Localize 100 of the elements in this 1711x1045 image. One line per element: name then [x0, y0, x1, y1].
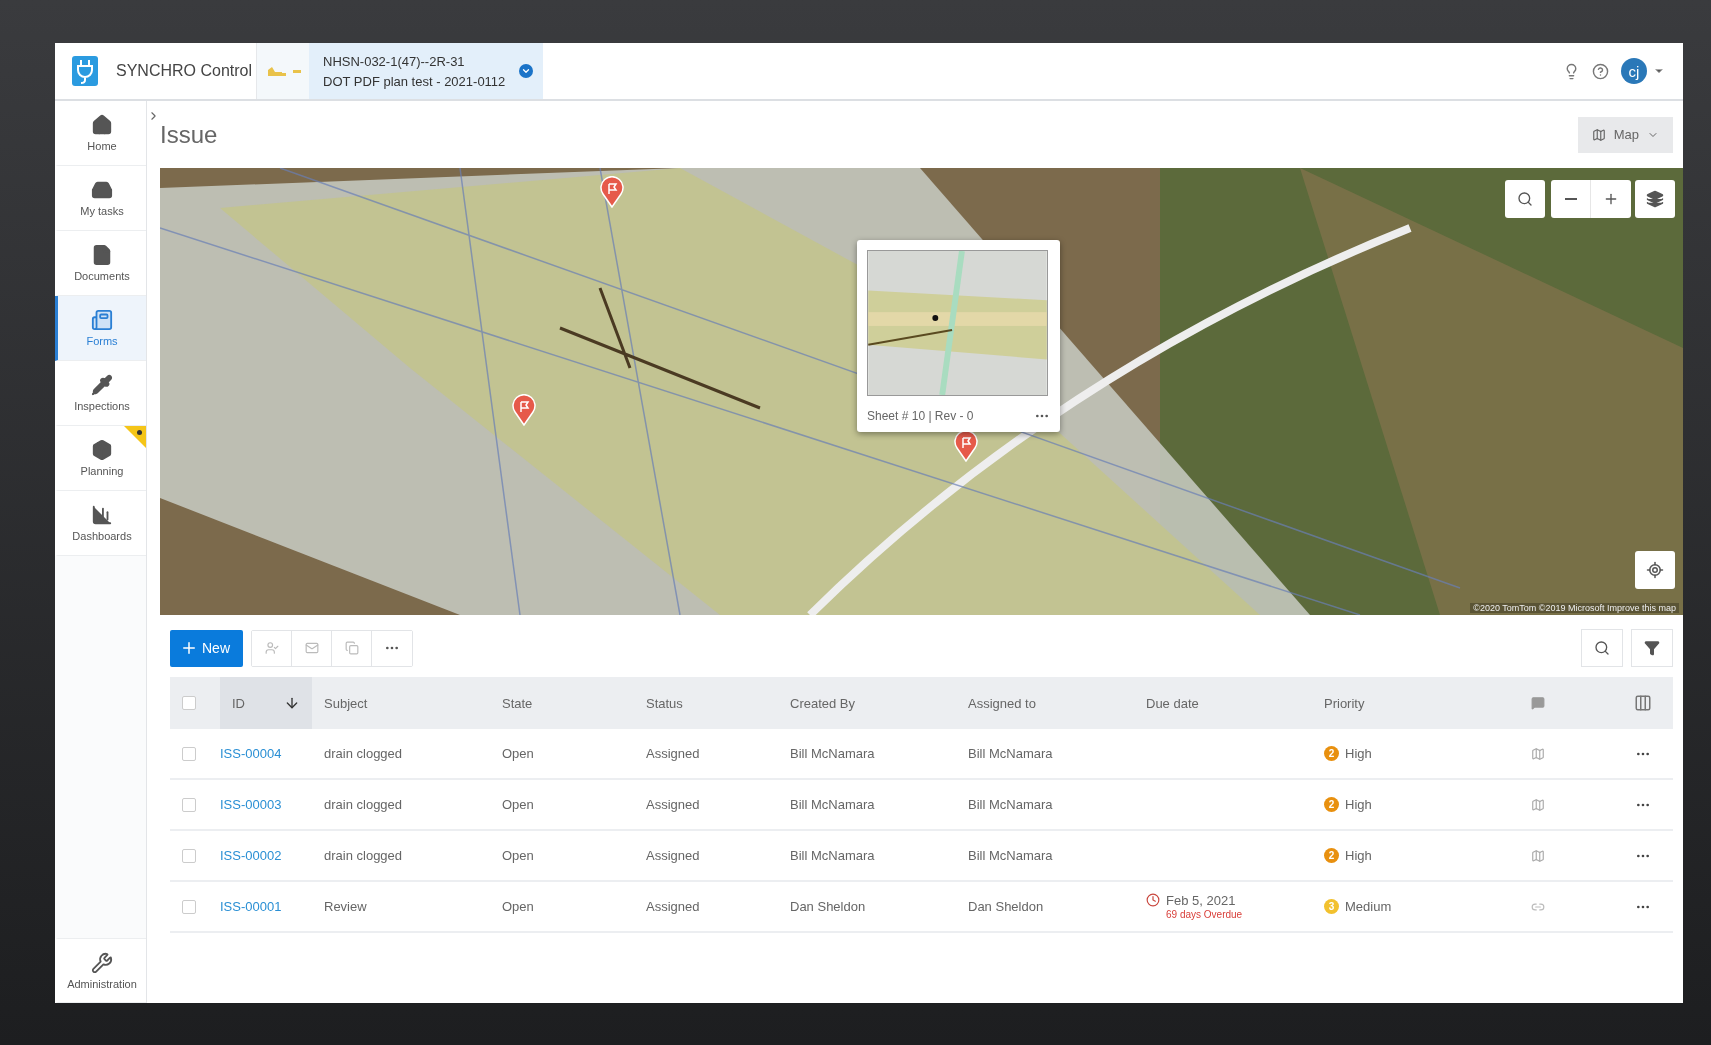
- copy-icon: [344, 641, 359, 655]
- map-icon[interactable]: [1530, 797, 1545, 812]
- sidebar-item[interactable]: Inspections: [55, 361, 146, 426]
- dash-icon: [293, 69, 301, 73]
- table-cell-text: Open: [501, 899, 535, 914]
- sidebar-item[interactable]: My tasks: [55, 166, 146, 231]
- table-row[interactable]: ISS-00002 drain clogged Open Assigned Bill McNamara Bill McNamara 2 High: [170, 831, 1673, 882]
- priority-label: Medium: [1345, 899, 1392, 914]
- new-button[interactable]: New: [170, 629, 243, 667]
- sidebar-item[interactable]: Dashboards: [55, 491, 146, 556]
- table-cell-text: Review: [323, 899, 368, 914]
- table-cell-text: Open: [501, 746, 535, 761]
- map-icon: [1591, 127, 1606, 142]
- app-logo: [72, 56, 98, 86]
- row-checkbox[interactable]: [182, 746, 196, 761]
- table-cell-text: Dan Sheldon: [967, 899, 1045, 914]
- priority-badge: 2: [1324, 797, 1339, 812]
- issue-id-link[interactable]: ISS-00001: [220, 899, 312, 914]
- priority-badge: 3: [1324, 899, 1339, 914]
- row-checkbox[interactable]: [182, 899, 196, 914]
- table-cell-text: Assigned: [645, 797, 701, 812]
- project-selector[interactable]: NHSN-032-1(47)--2R-31 DOT PDF plan test - 2021-0112: [309, 43, 544, 99]
- table-row[interactable]: ISS-00004 drain clogged Open Assigned Bill McNamara Bill McNamara 2 High: [170, 729, 1673, 780]
- layers-icon: [1646, 190, 1664, 208]
- mail-icon: [304, 641, 319, 655]
- filter-icon: [1644, 640, 1660, 656]
- dropdown-icon[interactable]: [519, 64, 534, 78]
- issue-id-link[interactable]: ISS-00002: [220, 848, 312, 863]
- table-row[interactable]: ISS-00001 Review Open Assigned Dan Sheldon Dan Sheldon Feb 5, 2021 69 days Overdue 3 Medium: [170, 882, 1673, 933]
- help-icon[interactable]: [1592, 62, 1609, 80]
- map-icon[interactable]: [1530, 848, 1545, 863]
- column-header[interactable]: Assigned to: [956, 695, 1134, 711]
- app-name: SYNCHRO Control: [116, 62, 254, 80]
- column-header[interactable]: Created By: [778, 695, 956, 711]
- locate-button[interactable]: [1635, 551, 1675, 589]
- sheet-caption: Sheet # 10 | Rev - 0: [867, 409, 974, 423]
- select-all-checkbox[interactable]: [182, 696, 196, 710]
- table-cell-text: Bill McNamara: [967, 746, 1054, 761]
- document-icon: [91, 244, 113, 266]
- column-header[interactable]: Priority: [1312, 695, 1462, 711]
- map-attribution: ©2020 TomTom ©2019 Microsoft Improve this map: [1470, 603, 1679, 613]
- locate-icon: [1646, 561, 1664, 579]
- map-search-button[interactable]: [1505, 180, 1545, 218]
- sidebar-item[interactable]: Forms: [55, 296, 146, 361]
- row-checkbox[interactable]: [182, 848, 196, 863]
- layers-button[interactable]: [1635, 180, 1675, 218]
- search-icon: [1594, 640, 1610, 656]
- table-cell-text: Bill McNamara: [789, 746, 876, 761]
- priority-badge: 2: [1324, 746, 1339, 761]
- user-avatar[interactable]: cj: [1621, 58, 1647, 84]
- filter-button[interactable]: [1631, 629, 1673, 667]
- plus-icon: [180, 639, 198, 657]
- sidebar-item[interactable]: Planning: [55, 426, 146, 491]
- priority-label: High: [1345, 746, 1372, 761]
- minus-icon: [1564, 198, 1577, 200]
- table-cell-text: Dan Sheldon: [789, 899, 867, 914]
- table-row[interactable]: ISS-00003 drain clogged Open Assigned Bill McNamara Bill McNamara 2 High: [170, 780, 1673, 831]
- table-cell-text: Open: [501, 797, 535, 812]
- project-code: NHSN-032-1(47)--2R-31: [323, 53, 466, 69]
- sidebar-item[interactable]: Documents: [55, 231, 146, 296]
- sidebar-item[interactable]: Home: [55, 101, 146, 166]
- map-pin-icon[interactable]: [600, 176, 624, 208]
- table-cell-text: drain clogged: [323, 848, 404, 863]
- table-cell-text: Bill McNamara: [789, 797, 876, 812]
- map-pin-icon[interactable]: [512, 394, 536, 426]
- priority-label: High: [1345, 848, 1372, 863]
- priority-label: High: [1345, 797, 1372, 812]
- table-cell-text: Bill McNamara: [967, 797, 1054, 812]
- plus-icon: [1603, 191, 1619, 207]
- view-button[interactable]: Map: [1577, 116, 1673, 153]
- home-icon: [91, 114, 113, 136]
- due-date: Feb 5, 2021: [1166, 893, 1237, 908]
- sidebar-item[interactable]: Administration: [55, 938, 146, 1003]
- search-icon: [1517, 191, 1533, 207]
- issue-id-link[interactable]: ISS-00004: [220, 746, 312, 761]
- search-button[interactable]: [1581, 629, 1623, 667]
- table-cell-text: Bill McNamara: [789, 848, 876, 863]
- table-cell-text: Assigned: [645, 899, 701, 914]
- comment-icon: [1530, 696, 1545, 710]
- column-header[interactable]: Status: [634, 695, 778, 711]
- column-header[interactable]: Subject: [312, 695, 490, 711]
- row-checkbox[interactable]: [182, 797, 196, 812]
- tools-icon: [91, 951, 113, 974]
- overdue-note: 69 days Overdue: [1166, 909, 1243, 920]
- column-header[interactable]: State: [490, 695, 634, 711]
- pipette-icon: [91, 374, 113, 396]
- table-cell-text: Assigned: [645, 746, 701, 761]
- excavator-icon: [267, 65, 287, 77]
- page-title: Issue: [160, 120, 218, 149]
- clock-icon: [1146, 893, 1160, 907]
- project-name: DOT PDF plan test - 2021-0112: [323, 73, 506, 89]
- issue-id-link[interactable]: ISS-00003: [220, 797, 312, 812]
- columns-icon[interactable]: [1634, 694, 1652, 712]
- column-header[interactable]: Due date: [1134, 695, 1312, 711]
- map-icon[interactable]: [1530, 746, 1545, 761]
- table-cell-text: drain clogged: [323, 746, 404, 761]
- table-cell-text: Bill McNamara: [967, 848, 1054, 863]
- sorted-column-header[interactable]: ID: [220, 677, 312, 729]
- table-cell-text: Open: [501, 848, 535, 863]
- user-check-icon: [264, 641, 279, 655]
